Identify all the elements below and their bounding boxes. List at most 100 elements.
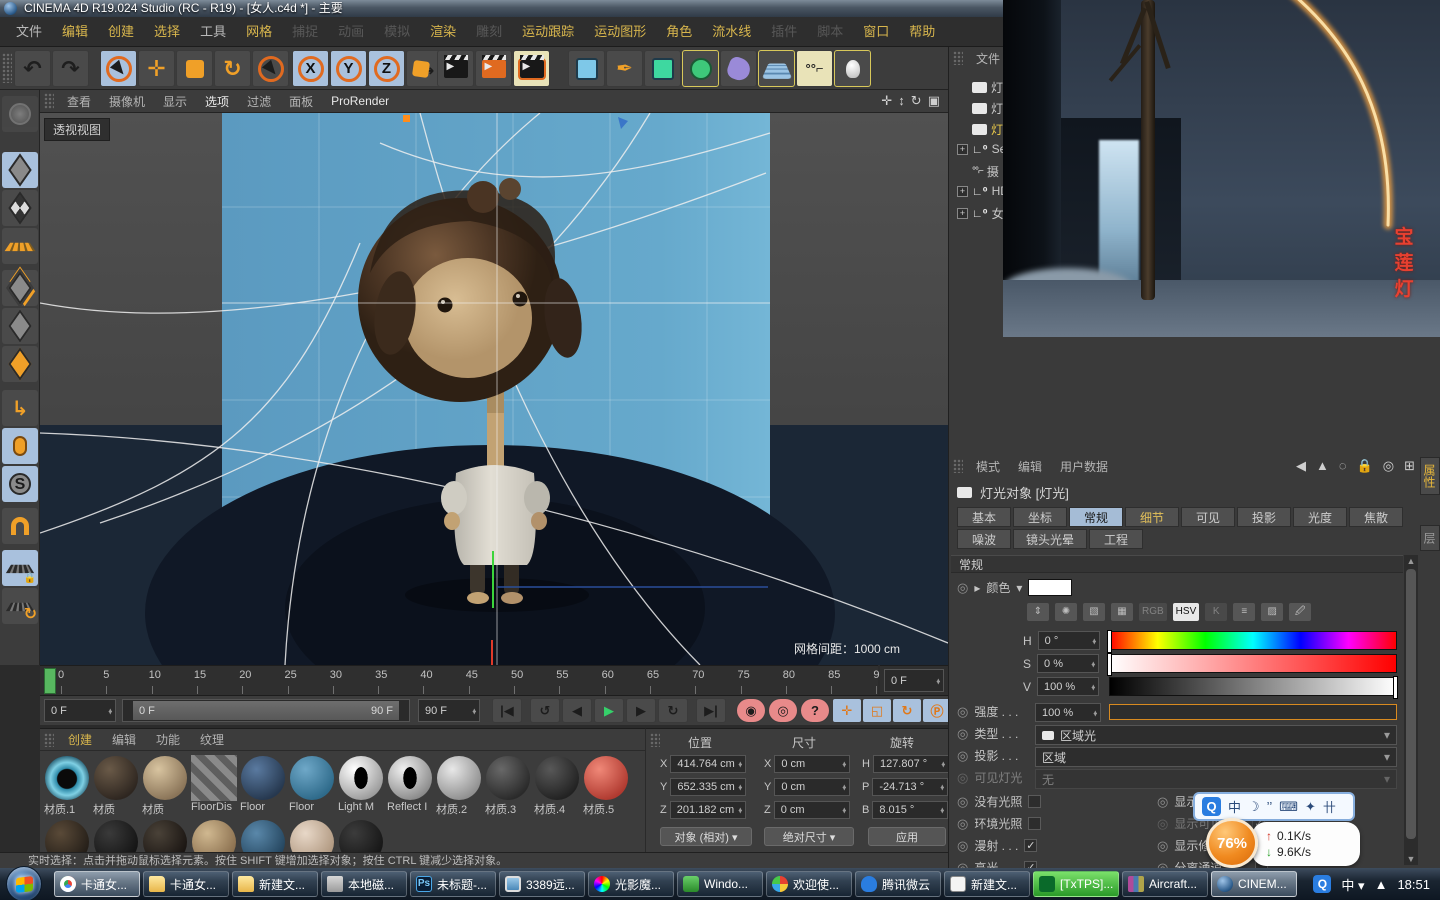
material-item[interactable]: FloorDis	[191, 755, 237, 813]
color-dropdown-icon[interactable]: ▾	[1016, 581, 1022, 595]
timeline-playhead[interactable]	[44, 668, 56, 694]
viewport-menu-查看[interactable]: 查看	[58, 93, 100, 110]
anim-dot-icon[interactable]: ◎	[1157, 816, 1168, 832]
taskbar-item-卡通女...[interactable]: 卡通女...	[143, 871, 229, 897]
dolly-view-icon[interactable]: ↕	[898, 93, 905, 109]
general-section-header[interactable]: 常规	[951, 555, 1403, 573]
search-icon[interactable]: ◌	[1339, 458, 1347, 474]
hsv-marker-S[interactable]	[1107, 653, 1112, 676]
texture-mode-icon[interactable]	[2, 190, 38, 226]
menu-item-编辑[interactable]: 编辑	[52, 17, 98, 47]
workplane-rotate-icon[interactable]: ↻	[2, 588, 38, 624]
object-item-HD[interactable]: +∟⁰HD	[957, 184, 1009, 198]
tab-可见[interactable]: 可见	[1181, 507, 1235, 527]
taskbar-item-Windo...[interactable]: Windo...	[677, 871, 763, 897]
punctuation-icon[interactable]: ’’	[1267, 799, 1273, 814]
anim-dot-icon[interactable]: ◎	[957, 770, 968, 786]
menu-item-动画[interactable]: 动画	[328, 17, 374, 47]
workplane-lock-icon[interactable]: 🔒	[2, 550, 38, 586]
start-button[interactable]	[6, 866, 42, 900]
menu-item-捕捉[interactable]: 捕捉	[282, 17, 328, 47]
redo-icon[interactable]: ↷	[52, 50, 89, 87]
attribute-scrollbar[interactable]: ▲ ▼	[1404, 555, 1418, 865]
settings-wrench-icon[interactable]: 卄	[1323, 797, 1336, 816]
taskbar-item-新建文...[interactable]: 新建文...	[232, 871, 318, 897]
deformer-icon[interactable]	[720, 50, 757, 87]
material-item[interactable]: 材质	[142, 755, 188, 817]
object-item-摄[interactable]: °°⌐摄	[957, 163, 999, 180]
menu-item-文件[interactable]: 文件	[6, 17, 52, 47]
dropdown-类型 . . .[interactable]: 区域光	[1035, 725, 1397, 745]
material-item[interactable]: 材质.1	[44, 755, 90, 817]
tab-投影[interactable]: 投影	[1237, 507, 1291, 527]
viewport-menu-面板[interactable]: 面板	[280, 93, 322, 110]
object-item-灯[interactable]: 灯	[957, 79, 1003, 96]
spectrum-icon[interactable]: ▧	[1083, 603, 1105, 621]
menu-item-角色[interactable]: 角色	[656, 17, 702, 47]
hsv-marker-V[interactable]	[1393, 676, 1398, 699]
material-item[interactable]: Reflect I	[387, 755, 433, 813]
coords-input-尺寸-Y[interactable]: 0 cm	[774, 778, 850, 796]
menu-item-流水线[interactable]: 流水线	[702, 17, 761, 47]
material-item[interactable]: 材质.3	[485, 755, 531, 817]
menu-item-工具[interactable]: 工具	[190, 17, 236, 47]
model-mode-icon[interactable]	[2, 152, 38, 188]
hsv-gradient-V[interactable]	[1109, 677, 1397, 696]
current-frame-input[interactable]: 0 F	[884, 669, 944, 692]
loop-button[interactable]: ↻	[658, 698, 688, 723]
object-item-灯[interactable]: 灯	[957, 121, 1003, 138]
hsv-input-V[interactable]: 100 %	[1037, 677, 1099, 696]
rotate-icon[interactable]: ↻	[214, 50, 251, 87]
play-reverse-button[interactable]: ↺	[530, 698, 560, 723]
taskbar-item-3389远...[interactable]: 3389远...	[499, 871, 585, 897]
material-item[interactable]	[44, 819, 90, 852]
spline-pen-icon[interactable]: ✒	[606, 50, 643, 87]
hsv-mode-icon[interactable]: HSV	[1173, 603, 1200, 621]
points-mode-icon[interactable]	[2, 270, 38, 306]
lock-x-icon[interactable]: X	[292, 50, 329, 87]
side-tab-属性[interactable]: 属性	[1420, 457, 1440, 495]
lock-y-icon[interactable]: Y	[330, 50, 367, 87]
key-rotation-button[interactable]: ↻	[892, 698, 922, 723]
expand-icon[interactable]: +	[957, 208, 968, 219]
material-menu-纹理[interactable]: 纹理	[190, 731, 234, 748]
taskbar-item-欢迎使...[interactable]: 欢迎使...	[766, 871, 852, 897]
hsv-input-S[interactable]: 0 %	[1037, 654, 1099, 673]
checkbox-漫射 . . .[interactable]: ✓	[1024, 839, 1037, 852]
forward-icon[interactable]: ▲	[1316, 458, 1329, 474]
environment-icon[interactable]	[758, 50, 795, 87]
sogou-input-bar[interactable]: Q 中☽’’⌨✦卄	[1193, 792, 1355, 821]
material-item[interactable]	[338, 819, 384, 852]
attribute-grip[interactable]	[953, 459, 963, 473]
menu-item-运动图形[interactable]: 运动图形	[584, 17, 656, 47]
material-menu-功能[interactable]: 功能	[146, 731, 190, 748]
chinese-mode-icon[interactable]: 中	[1228, 797, 1241, 816]
key-position-button[interactable]: ✛	[832, 698, 862, 723]
coords-input-位置-Z[interactable]: 201.182 cm	[670, 801, 746, 819]
menu-item-窗口[interactable]: 窗口	[853, 17, 899, 47]
hsv-input-H[interactable]: 0 °	[1038, 631, 1100, 650]
scroll-down-icon[interactable]: ▼	[1404, 854, 1418, 864]
scroll-up-icon[interactable]: ▲	[1404, 556, 1418, 566]
polygons-mode-icon[interactable]	[2, 346, 38, 382]
taskbar-item-CINEM...[interactable]: CINEM...	[1211, 871, 1297, 897]
viewport-grip[interactable]	[44, 93, 54, 109]
coords-input-旋转-H[interactable]: 127.807 °	[873, 755, 949, 773]
anim-dot-icon[interactable]: ◎	[1157, 838, 1168, 854]
anim-dot-icon[interactable]: ◎	[957, 838, 968, 854]
taskbar-item-光影魔...[interactable]: 光影魔...	[588, 871, 674, 897]
hsv-gradient-S[interactable]	[1109, 654, 1397, 673]
coords-input-旋转-B[interactable]: 8.015 °	[872, 801, 948, 819]
frame-range-slider[interactable]: 0 F 90 F	[122, 699, 410, 722]
tab-细节[interactable]: 细节	[1125, 507, 1179, 527]
anim-dot-icon[interactable]: ◎	[957, 816, 968, 832]
menu-item-渲染[interactable]: 渲染	[420, 17, 466, 47]
coords-input-位置-Y[interactable]: 652.335 cm	[670, 778, 746, 796]
material-grip[interactable]	[44, 733, 54, 747]
lock-icon[interactable]: 🔒	[1357, 458, 1373, 474]
anim-dot-icon[interactable]: ◎	[957, 704, 968, 720]
object-manager-grip[interactable]	[953, 51, 963, 65]
swatch-icon[interactable]: ▨	[1261, 603, 1283, 621]
taskbar-item-[TxTPS]...[interactable]: [TxTPS]...	[1033, 871, 1119, 897]
taskbar-item-Aircraft...[interactable]: Aircraft...	[1122, 871, 1208, 897]
